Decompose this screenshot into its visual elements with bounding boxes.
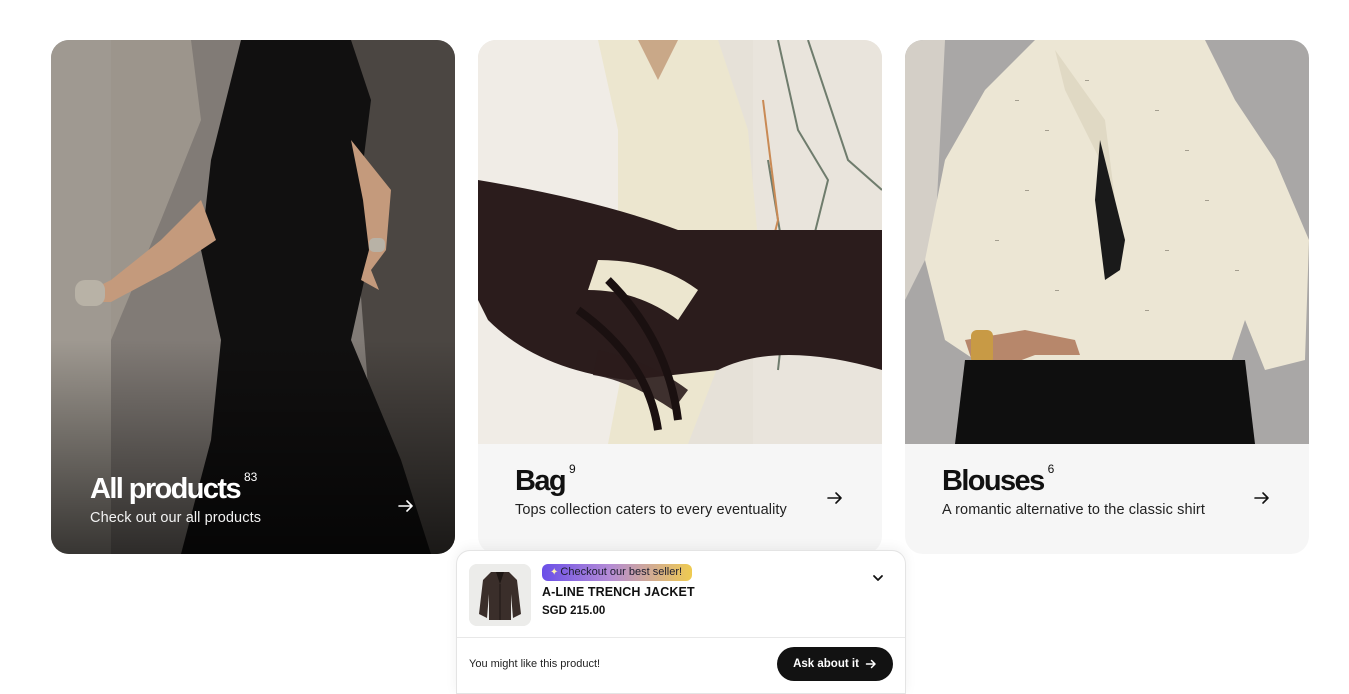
category-info: Bag 9 Tops collection caters to every ev… <box>515 462 845 518</box>
best-seller-badge: ✦ Checkout our best seller! <box>542 564 693 581</box>
category-title: All products <box>90 473 242 505</box>
category-count: 9 <box>569 462 576 476</box>
product-price: SGD 215.00 <box>542 605 606 617</box>
category-card-blouses[interactable]: Blouses 6 A romantic alternative to the … <box>905 40 1309 554</box>
category-image-bag <box>478 40 882 444</box>
category-page: All products 83 Check out our all produc… <box>0 0 1349 694</box>
popup-header: ✦ Checkout our best seller! A-LINE TRENCH… <box>457 551 905 638</box>
arrow-right-icon <box>865 658 877 670</box>
category-description: Tops collection caters to every eventual… <box>515 502 787 518</box>
chevron-down-icon[interactable] <box>871 571 885 585</box>
arrow-right-icon[interactable] <box>1252 488 1272 508</box>
category-info: Blouses 6 A romantic alternative to the … <box>942 462 1272 518</box>
category-title: Bag <box>515 465 567 497</box>
ask-button-label: Ask about it <box>793 658 859 670</box>
sparkle-icon: ✦ <box>550 567 559 578</box>
suggestion-text: You might like this product! <box>469 658 601 670</box>
category-count: 83 <box>243 470 258 484</box>
category-title: Blouses <box>942 465 1045 497</box>
category-title-row: All products 83 <box>90 470 416 506</box>
popup-footer: You might like this product! Ask about i… <box>457 638 905 694</box>
product-thumbnail[interactable] <box>469 564 531 626</box>
product-name[interactable]: A-LINE TRENCH JACKET <box>542 585 695 599</box>
category-info: All products 83 Check out our all produc… <box>90 470 416 526</box>
category-count: 6 <box>1047 462 1055 476</box>
arrow-right-icon[interactable] <box>396 496 416 516</box>
category-description: A romantic alternative to the classic sh… <box>942 502 1205 518</box>
category-description: Check out our all products <box>90 510 262 526</box>
badge-label: Checkout our best seller! <box>560 566 683 578</box>
ask-about-it-button[interactable]: Ask about it <box>777 647 893 681</box>
category-card-all-products[interactable]: All products 83 Check out our all produc… <box>51 40 455 554</box>
category-title-row: Blouses 6 <box>942 462 1272 498</box>
category-title-row: Bag 9 <box>515 462 845 498</box>
category-image-blouse <box>905 40 1309 444</box>
arrow-right-icon[interactable] <box>825 488 845 508</box>
category-card-bag[interactable]: Bag 9 Tops collection caters to every ev… <box>478 40 882 554</box>
product-recommendation-popup: ✦ Checkout our best seller! A-LINE TRENCH… <box>456 550 906 694</box>
